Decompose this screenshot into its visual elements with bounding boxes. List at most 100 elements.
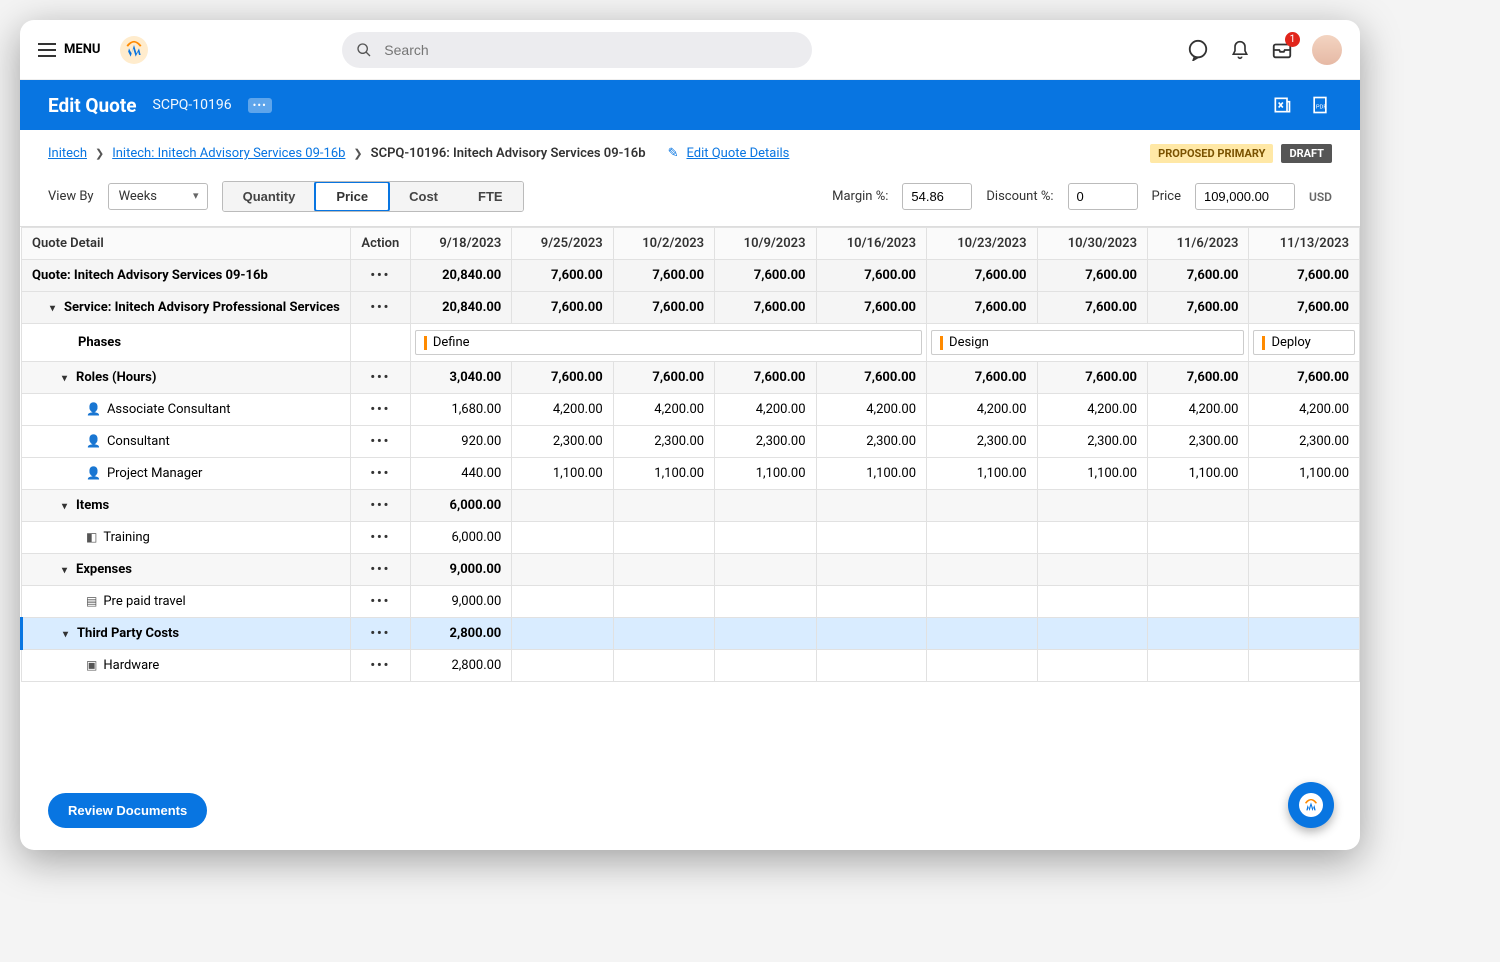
assistant-fab[interactable]	[1288, 782, 1334, 828]
cell: 1,100.00	[715, 458, 816, 490]
workday-logo-icon	[124, 40, 144, 60]
cell: 7,600.00	[927, 260, 1038, 292]
cell: 4,200.00	[1148, 394, 1249, 426]
row-action[interactable]: •••	[350, 260, 410, 292]
row-action[interactable]: •••	[350, 362, 410, 394]
cell: 7,600.00	[613, 292, 714, 324]
cell: 9,000.00	[410, 554, 511, 586]
cell	[1148, 490, 1249, 522]
view-by-select[interactable]: Weeks	[108, 183, 208, 210]
inbox-badge: 1	[1285, 32, 1300, 47]
cell	[1249, 618, 1360, 650]
header-more-icon[interactable]: •••	[248, 98, 272, 113]
cell	[1037, 586, 1148, 618]
cell: 7,600.00	[512, 260, 613, 292]
row-action[interactable]: •••	[350, 618, 410, 650]
dots-icon: •••	[370, 434, 390, 449]
cell: 920.00	[410, 426, 511, 458]
app-logo[interactable]	[120, 36, 148, 64]
export-pdf-icon[interactable]: PDF	[1308, 93, 1332, 117]
menu-button[interactable]: MENU	[38, 42, 100, 57]
cell	[816, 522, 927, 554]
breadcrumb-leaf: SCPQ-10196: Initech Advisory Services 09…	[371, 146, 646, 161]
cell: 7,600.00	[816, 362, 927, 394]
cell: 2,300.00	[1249, 426, 1360, 458]
phase-define: Define	[415, 330, 922, 355]
cell: 1,100.00	[1249, 458, 1360, 490]
cell	[927, 490, 1038, 522]
breadcrumb-mid[interactable]: Initech: Initech Advisory Services 09-16…	[112, 146, 345, 161]
cell: 7,600.00	[512, 362, 613, 394]
dots-icon: •••	[370, 530, 390, 545]
row-action[interactable]: •••	[350, 292, 410, 324]
cell: 2,300.00	[715, 426, 816, 458]
cell	[1249, 490, 1360, 522]
cell	[1148, 522, 1249, 554]
row-quote: Quote: Initech Advisory Services 09-16b•…	[22, 260, 1360, 292]
chat-icon[interactable]	[1186, 38, 1210, 62]
cell: 4,200.00	[715, 394, 816, 426]
row-service: ▾Service: Initech Advisory Professional …	[22, 292, 1360, 324]
cell: 2,300.00	[512, 426, 613, 458]
row-third-party-costs: ▾Third Party Costs•••2,800.00	[22, 618, 1360, 650]
cell: 4,200.00	[1037, 394, 1148, 426]
cell	[1037, 490, 1148, 522]
cell	[512, 650, 613, 682]
edit-quote-details-link[interactable]: Edit Quote Details	[686, 146, 789, 161]
metric-segment: Quantity Price Cost FTE	[222, 181, 524, 212]
margin-input[interactable]	[902, 183, 972, 210]
cell: 2,300.00	[1148, 426, 1249, 458]
dots-icon: •••	[370, 466, 390, 481]
segment-quantity[interactable]: Quantity	[223, 182, 316, 211]
cell: 9,000.00	[410, 586, 511, 618]
col-date: 10/9/2023	[715, 228, 816, 260]
cell	[1148, 554, 1249, 586]
inbox-icon[interactable]: 1	[1270, 38, 1294, 62]
dots-icon: •••	[370, 370, 390, 385]
notifications-icon[interactable]	[1228, 38, 1252, 62]
price-input[interactable]	[1195, 183, 1295, 210]
export-excel-icon[interactable]	[1270, 93, 1294, 117]
cell: 1,100.00	[927, 458, 1038, 490]
search-input[interactable]	[382, 41, 798, 59]
cell	[613, 554, 714, 586]
search-box[interactable]	[342, 32, 812, 68]
row-action[interactable]: •••	[350, 426, 410, 458]
user-avatar[interactable]	[1312, 35, 1342, 65]
pencil-icon[interactable]: ✎	[668, 146, 679, 161]
cell	[512, 522, 613, 554]
row-action[interactable]: •••	[350, 490, 410, 522]
breadcrumb-root[interactable]: Initech	[48, 146, 87, 161]
row-action[interactable]: •••	[350, 554, 410, 586]
menu-label: MENU	[64, 42, 100, 57]
cell	[1249, 650, 1360, 682]
person-icon: 👤	[86, 466, 101, 480]
caret-down-icon: ▾	[63, 629, 73, 640]
cell	[613, 490, 714, 522]
row-action[interactable]: •••	[350, 458, 410, 490]
segment-price[interactable]: Price	[314, 181, 390, 212]
discount-input[interactable]	[1068, 183, 1138, 210]
training-icon: ◧	[86, 530, 97, 544]
caret-down-icon: ▾	[62, 565, 72, 576]
segment-fte[interactable]: FTE	[458, 182, 523, 211]
row-action[interactable]: •••	[350, 650, 410, 682]
person-icon: 👤	[86, 434, 101, 448]
segment-cost[interactable]: Cost	[389, 182, 458, 211]
row-action[interactable]: •••	[350, 522, 410, 554]
cell	[1148, 586, 1249, 618]
cell	[1148, 618, 1249, 650]
person-icon: 👤	[86, 402, 101, 416]
cell	[1037, 618, 1148, 650]
cell: 7,600.00	[1249, 362, 1360, 394]
row-roles: ▾Roles (Hours)•••3,040.007,600.007,600.0…	[22, 362, 1360, 394]
caret-down-icon: ▾	[50, 303, 60, 314]
chevron-right-icon: ❯	[353, 147, 362, 160]
col-date: 10/23/2023	[927, 228, 1038, 260]
col-date: 9/25/2023	[512, 228, 613, 260]
row-action[interactable]: •••	[350, 394, 410, 426]
row-action[interactable]: •••	[350, 586, 410, 618]
caret-down-icon: ▾	[62, 373, 72, 384]
draft-badge: DRAFT	[1281, 144, 1332, 163]
review-documents-button[interactable]: Review Documents	[48, 793, 207, 828]
